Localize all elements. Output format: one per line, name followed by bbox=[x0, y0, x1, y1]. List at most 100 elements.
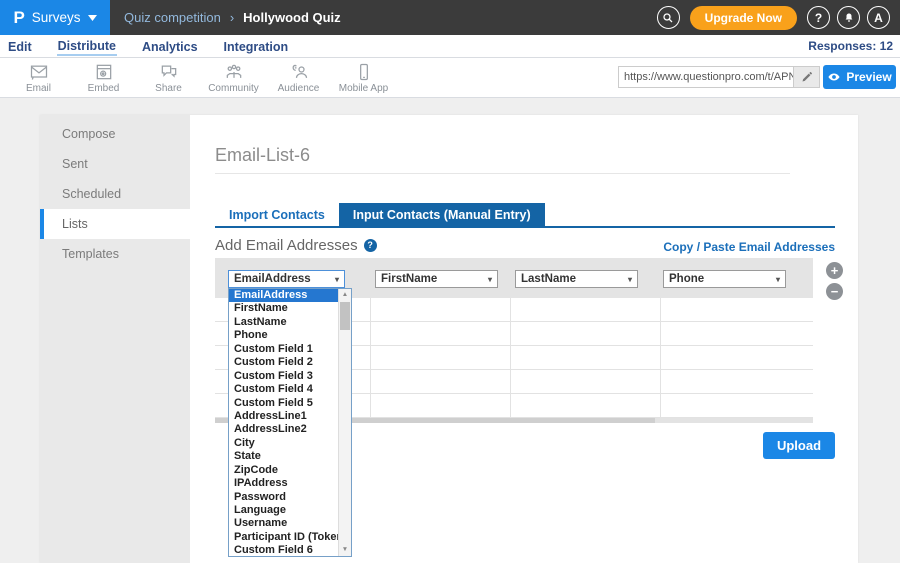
embed-icon bbox=[94, 62, 114, 82]
nav-item-analytics[interactable]: Analytics bbox=[141, 38, 199, 55]
column-select-4[interactable]: Phone ▾ bbox=[663, 270, 786, 288]
sidebar-item-lists[interactable]: Lists bbox=[40, 209, 190, 239]
caret-down-icon: ▾ bbox=[776, 275, 780, 284]
notifications-button[interactable] bbox=[837, 6, 860, 29]
dropdown-option[interactable]: Custom Field 1 bbox=[229, 343, 338, 356]
dropdown-option[interactable]: Username bbox=[229, 517, 338, 530]
sidebar-item-compose[interactable]: Compose bbox=[40, 119, 190, 149]
dropdown-option[interactable]: Password bbox=[229, 491, 338, 504]
email-sidebar: Compose Sent Scheduled Lists Templates bbox=[40, 115, 190, 563]
list-detail-main: Email-List-6 Import Contacts Input Conta… bbox=[190, 115, 858, 563]
bell-icon bbox=[843, 12, 855, 24]
tab-import-contacts[interactable]: Import Contacts bbox=[215, 203, 339, 226]
title-divider bbox=[215, 173, 790, 174]
help-icon[interactable]: ? bbox=[364, 239, 377, 252]
dropdown-option[interactable]: Custom Field 3 bbox=[229, 370, 338, 383]
channel-label: Share bbox=[155, 83, 182, 94]
copy-paste-link[interactable]: Copy / Paste Email Addresses bbox=[435, 240, 835, 254]
scroll-down-icon[interactable]: ▼ bbox=[339, 544, 351, 556]
dropdown-option[interactable]: FirstName bbox=[229, 302, 338, 315]
upload-button[interactable]: Upload bbox=[763, 432, 835, 459]
nav-item-distribute[interactable]: Distribute bbox=[57, 37, 117, 56]
column-select-1[interactable]: EmailAddress ▾ bbox=[228, 270, 345, 288]
responses-count[interactable]: Responses: 12 bbox=[808, 39, 893, 53]
community-icon bbox=[224, 62, 244, 82]
edit-url-button[interactable] bbox=[793, 67, 819, 87]
sidebar-item-sent[interactable]: Sent bbox=[40, 149, 190, 179]
field-dropdown-options: EmailAddress FirstName LastName Phone Cu… bbox=[229, 289, 338, 556]
channel-mobile-app[interactable]: Mobile App bbox=[331, 62, 396, 94]
sidebar-item-label: Lists bbox=[62, 217, 88, 231]
nav-item-edit[interactable]: Edit bbox=[7, 38, 33, 55]
help-button[interactable]: ? bbox=[807, 6, 830, 29]
survey-url-input[interactable]: https://www.questionpro.com/t/APNrFZ bbox=[619, 67, 793, 87]
dropdown-option[interactable]: EmailAddress bbox=[229, 289, 338, 302]
search-icon bbox=[662, 12, 674, 24]
questionpro-logo-icon: P bbox=[13, 8, 24, 28]
channel-email[interactable]: Email bbox=[6, 62, 71, 94]
channel-label: Embed bbox=[88, 83, 120, 94]
breadcrumb-separator: › bbox=[230, 10, 234, 25]
column-select-2[interactable]: FirstName ▾ bbox=[375, 270, 498, 288]
sidebar-item-label: Templates bbox=[62, 247, 119, 261]
chevron-down-icon bbox=[88, 15, 97, 21]
sidebar-item-label: Compose bbox=[62, 127, 116, 141]
remove-row-button[interactable]: − bbox=[826, 283, 843, 300]
dropdown-option[interactable]: Phone bbox=[229, 329, 338, 342]
channel-label: Community bbox=[208, 83, 259, 94]
page-title: Email-List-6 bbox=[215, 145, 310, 166]
column-divider bbox=[370, 298, 371, 418]
dropdown-option[interactable]: State bbox=[229, 450, 338, 463]
column-divider bbox=[660, 298, 661, 418]
dropdown-option[interactable]: Language bbox=[229, 504, 338, 517]
channel-label: Email bbox=[26, 83, 51, 94]
avatar[interactable]: A bbox=[867, 6, 890, 29]
breadcrumb-current: Hollywood Quiz bbox=[243, 10, 341, 25]
surveys-menu[interactable]: P Surveys bbox=[0, 0, 110, 35]
audience-icon bbox=[289, 62, 309, 82]
dropdown-option[interactable]: AddressLine2 bbox=[229, 423, 338, 436]
channel-embed[interactable]: Embed bbox=[71, 62, 136, 94]
dropdown-scrollbar-thumb[interactable] bbox=[340, 302, 350, 330]
dropdown-option[interactable]: Custom Field 2 bbox=[229, 356, 338, 369]
top-bar: P Surveys Quiz competition › Hollywood Q… bbox=[0, 0, 900, 35]
upgrade-now-button[interactable]: Upgrade Now bbox=[690, 6, 797, 30]
pencil-icon bbox=[801, 71, 813, 83]
preview-label: Preview bbox=[846, 70, 891, 84]
breadcrumb-parent[interactable]: Quiz competition bbox=[124, 10, 221, 25]
search-button[interactable] bbox=[657, 6, 680, 29]
caret-down-icon: ▾ bbox=[488, 275, 492, 284]
nav-item-integration[interactable]: Integration bbox=[223, 38, 290, 55]
survey-url-group: https://www.questionpro.com/t/APNrFZ bbox=[618, 66, 820, 88]
channel-share[interactable]: Share bbox=[136, 62, 201, 94]
dropdown-option[interactable]: ZipCode bbox=[229, 464, 338, 477]
dropdown-option[interactable]: AddressLine1 bbox=[229, 410, 338, 423]
select-value: EmailAddress bbox=[234, 273, 311, 285]
contacts-tabs: Import Contacts Input Contacts (Manual E… bbox=[215, 203, 545, 226]
select-value: FirstName bbox=[381, 273, 437, 285]
scroll-up-icon[interactable]: ▲ bbox=[339, 289, 351, 301]
dropdown-option[interactable]: Participant ID (Tokens) bbox=[229, 531, 338, 544]
dropdown-option[interactable]: Custom Field 6 bbox=[229, 544, 338, 556]
dropdown-option[interactable]: LastName bbox=[229, 316, 338, 329]
channel-community[interactable]: Community bbox=[201, 62, 266, 94]
dropdown-option[interactable]: Custom Field 5 bbox=[229, 397, 338, 410]
caret-down-icon: ▾ bbox=[335, 275, 339, 284]
sidebar-item-label: Scheduled bbox=[62, 187, 121, 201]
preview-button[interactable]: Preview bbox=[823, 65, 896, 89]
channel-audience[interactable]: Audience bbox=[266, 62, 331, 94]
channel-label: Audience bbox=[278, 83, 320, 94]
email-icon bbox=[29, 62, 49, 82]
dropdown-scrollbar[interactable]: ▲ ▼ bbox=[338, 289, 351, 556]
dropdown-option[interactable]: Custom Field 4 bbox=[229, 383, 338, 396]
dropdown-option[interactable]: City bbox=[229, 437, 338, 450]
channel-label: Mobile App bbox=[339, 83, 388, 94]
sidebar-item-scheduled[interactable]: Scheduled bbox=[40, 179, 190, 209]
column-select-3[interactable]: LastName ▾ bbox=[515, 270, 638, 288]
tabs-underline bbox=[215, 226, 835, 228]
tab-input-contacts-manual[interactable]: Input Contacts (Manual Entry) bbox=[339, 203, 545, 226]
add-row-button[interactable]: + bbox=[826, 262, 843, 279]
topbar-actions: Upgrade Now ? A bbox=[657, 6, 890, 30]
dropdown-option[interactable]: IPAddress bbox=[229, 477, 338, 490]
sidebar-item-templates[interactable]: Templates bbox=[40, 239, 190, 269]
